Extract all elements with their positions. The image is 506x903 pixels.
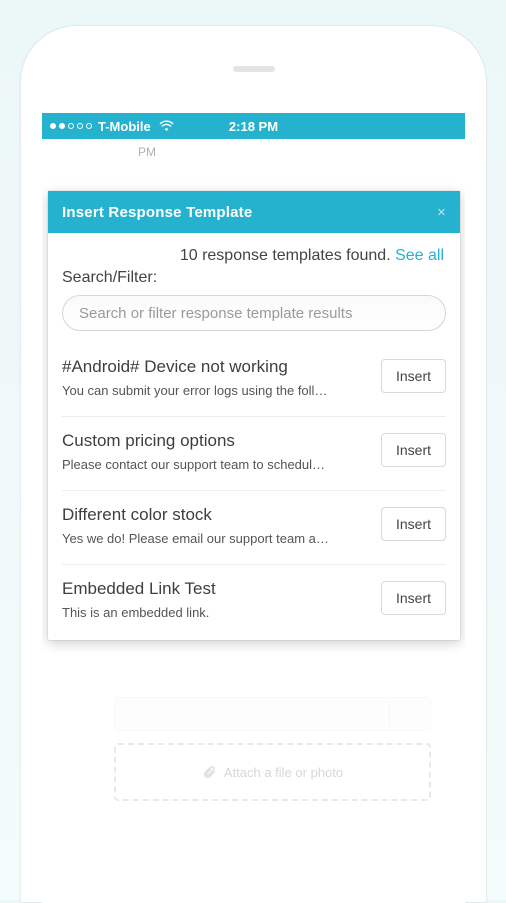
found-count-text: 10 response templates found. [180, 247, 395, 264]
carrier-label: T-Mobile [98, 119, 151, 134]
see-all-link[interactable]: See all [395, 247, 444, 264]
insert-button[interactable]: Insert [381, 581, 446, 615]
template-preview: Yes we do! Please email our support team… [62, 531, 369, 546]
modal-close-button[interactable]: × [437, 204, 446, 221]
template-title: Embedded Link Test [62, 579, 369, 599]
status-bar: T-Mobile 2:18 PM [42, 113, 465, 139]
background-content: PM Attach a file or photo Insert Respons… [42, 139, 465, 903]
status-left: T-Mobile [50, 119, 174, 134]
screen: T-Mobile 2:18 PM PM [42, 113, 465, 903]
search-filter-label: Search/Filter: [62, 269, 446, 287]
modal-title: Insert Response Template [62, 204, 252, 221]
insert-button[interactable]: Insert [381, 507, 446, 541]
template-title: #Android# Device not working [62, 357, 369, 377]
template-text: Different color stock Yes we do! Please e… [62, 505, 369, 546]
signal-dots-icon [50, 123, 92, 129]
template-item: Embedded Link Test This is an embedded li… [62, 565, 446, 632]
template-text: Embedded Link Test This is an embedded li… [62, 579, 369, 620]
modal-header: Insert Response Template × [48, 191, 460, 233]
phone-frame: T-Mobile 2:18 PM PM [21, 26, 486, 902]
insert-button[interactable]: Insert [381, 433, 446, 467]
phone-speaker [233, 66, 275, 72]
template-text: Custom pricing options Please contact our… [62, 431, 369, 472]
modal-body: 10 response templates found. See all Sea… [48, 233, 460, 640]
template-preview: You can submit your error logs using the… [62, 383, 369, 398]
template-title: Custom pricing options [62, 431, 369, 451]
insert-button[interactable]: Insert [381, 359, 446, 393]
template-title: Different color stock [62, 505, 369, 525]
search-input[interactable] [62, 295, 446, 331]
pm-text: PM [138, 145, 156, 159]
template-item: Custom pricing options Please contact our… [62, 417, 446, 491]
template-preview: Please contact our support team to sched… [62, 457, 369, 472]
template-list: #Android# Device not working You can subm… [62, 343, 446, 632]
found-line: 10 response templates found. See all [62, 247, 446, 265]
wifi-icon [159, 120, 174, 132]
template-item: Different color stock Yes we do! Please e… [62, 491, 446, 565]
template-item: #Android# Device not working You can subm… [62, 343, 446, 417]
template-text: #Android# Device not working You can subm… [62, 357, 369, 398]
insert-template-modal: Insert Response Template × 10 response t… [48, 191, 460, 640]
template-preview: This is an embedded link. [62, 605, 369, 620]
